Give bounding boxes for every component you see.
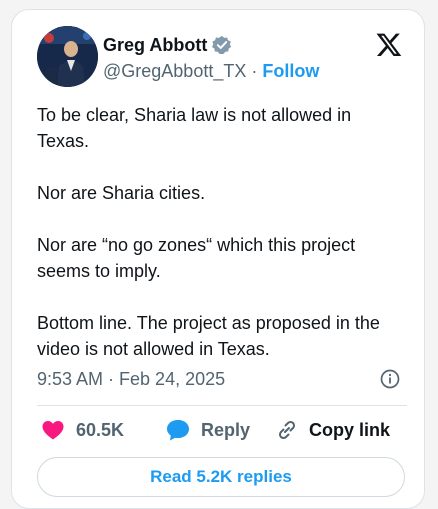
reply-label: Reply (201, 419, 251, 440)
copy-link-label: Copy link (309, 419, 391, 440)
verified-badge-icon (212, 35, 232, 55)
tweet-body: To be clear, Sharia law is not allowed i… (37, 102, 407, 388)
action-bar: 60.5K Reply Copy link (37, 418, 407, 448)
author-name-row[interactable]: Greg Abbott (103, 34, 232, 56)
tweet-paragraph: Nor are “no go zones“ which this project… (37, 235, 356, 281)
tweet-paragraph: Bottom line. The project as proposed in … (37, 313, 380, 359)
separator-dot: · (251, 61, 258, 81)
author-handle-row: @GregAbbott_TX · Follow (103, 60, 319, 82)
heart-icon (40, 418, 66, 442)
avatar[interactable] (37, 26, 98, 87)
reply-button[interactable]: Reply (165, 418, 250, 442)
like-count: 60.5K (76, 419, 125, 440)
reply-bubble-icon (165, 418, 191, 442)
avatar-photo (37, 26, 98, 87)
tweet-paragraph: Nor are Sharia cities. (37, 183, 206, 203)
author-handle[interactable]: @GregAbbott_TX (103, 60, 246, 82)
follow-button[interactable]: Follow (262, 60, 319, 82)
copy-link-button[interactable]: Copy link (275, 418, 390, 442)
tweet-paragraph: To be clear, Sharia law is not allowed i… (37, 105, 352, 151)
read-replies-button[interactable]: Read 5.2K replies (37, 457, 405, 497)
author-name[interactable]: Greg Abbott (103, 34, 207, 56)
tweet-timestamp[interactable]: 9:53 AM · Feb 24, 2025 (37, 368, 225, 390)
tweet-card: Greg Abbott @GregAbbott_TX · Follow To b… (11, 9, 425, 509)
x-logo-icon[interactable] (375, 31, 403, 58)
like-button[interactable]: 60.5K (40, 418, 124, 442)
divider (37, 405, 407, 406)
info-icon[interactable] (380, 369, 400, 389)
link-icon (275, 418, 299, 442)
